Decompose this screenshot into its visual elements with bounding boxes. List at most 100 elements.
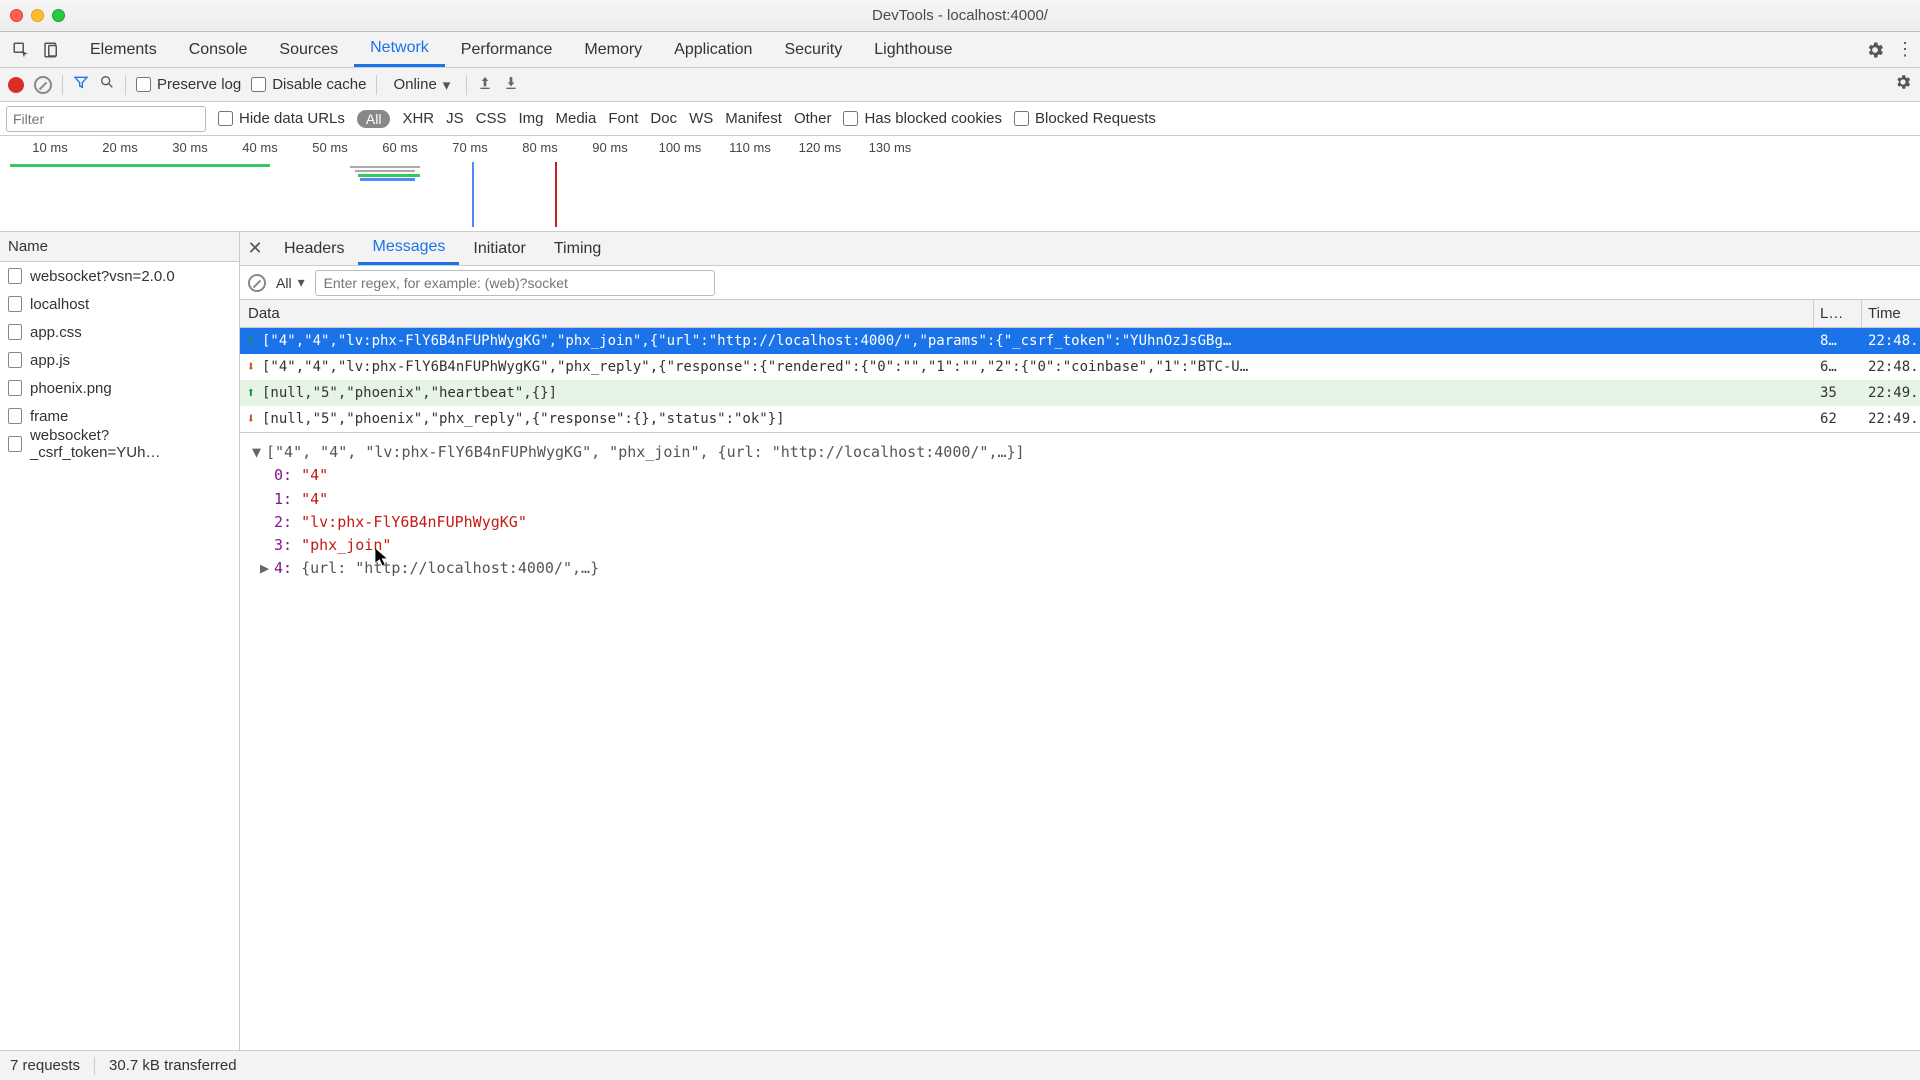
request-row[interactable]: phoenix.png: [0, 374, 239, 402]
preserve-log-input[interactable]: [136, 77, 151, 92]
col-time[interactable]: Time: [1862, 300, 1920, 327]
message-detail-tree[interactable]: ▼["4", "4", "lv:phx-FlY6B4nFUPhWygKG", "…: [240, 432, 1920, 589]
request-list[interactable]: websocket?vsn=2.0.0localhostapp.cssapp.j…: [0, 262, 239, 1050]
tab-application[interactable]: Application: [658, 32, 768, 67]
hide-data-urls-label: Hide data URLs: [239, 110, 345, 127]
detail-tabs: ✕ Headers Messages Initiator Timing: [240, 232, 1920, 266]
kebab-menu-icon[interactable]: ⋮: [1890, 32, 1920, 67]
message-row[interactable]: ⬇["4","4","lv:phx-FlY6B4nFUPhWygKG","phx…: [240, 354, 1920, 380]
filter-type-other[interactable]: Other: [794, 110, 832, 127]
close-detail-icon[interactable]: ✕: [240, 232, 270, 265]
blocked-requests-checkbox[interactable]: Blocked Requests: [1014, 110, 1156, 127]
detail-tab-messages[interactable]: Messages: [358, 232, 459, 265]
clear-button[interactable]: [34, 76, 52, 94]
filter-type-img[interactable]: Img: [518, 110, 543, 127]
hide-data-urls-input[interactable]: [218, 111, 233, 126]
col-data[interactable]: Data: [240, 300, 1814, 327]
download-har-icon[interactable]: [503, 75, 519, 95]
has-blocked-cookies-input[interactable]: [843, 111, 858, 126]
has-blocked-cookies-checkbox[interactable]: Has blocked cookies: [843, 110, 1002, 127]
filter-type-xhr[interactable]: XHR: [402, 110, 434, 127]
request-row[interactable]: app.css: [0, 318, 239, 346]
file-icon: [8, 408, 22, 424]
preserve-log-label: Preserve log: [157, 76, 241, 93]
detail-tab-initiator[interactable]: Initiator: [459, 232, 539, 265]
tab-sources[interactable]: Sources: [263, 32, 354, 67]
search-icon[interactable]: [99, 74, 115, 95]
filter-type-doc[interactable]: Doc: [650, 110, 677, 127]
disable-cache-label: Disable cache: [272, 76, 366, 93]
device-toolbar-icon[interactable]: [36, 32, 66, 67]
network-settings-icon[interactable]: [1894, 73, 1912, 96]
messages-filter-all[interactable]: All ▾: [276, 274, 305, 291]
message-row[interactable]: ⬆["4","4","lv:phx-FlY6B4nFUPhWygKG","phx…: [240, 328, 1920, 354]
close-window-button[interactable]: [10, 9, 23, 22]
triangle-down-icon[interactable]: ▼: [252, 441, 266, 464]
minimize-window-button[interactable]: [31, 9, 44, 22]
network-toolbar: Preserve log Disable cache Online ▾: [0, 68, 1920, 102]
tab-lighthouse[interactable]: Lighthouse: [858, 32, 968, 67]
request-row[interactable]: websocket?vsn=2.0.0: [0, 262, 239, 290]
messages-table-body[interactable]: ⬆["4","4","lv:phx-FlY6B4nFUPhWygKG","phx…: [240, 328, 1920, 432]
timeline-overview[interactable]: 10 ms20 ms30 ms40 ms50 ms60 ms70 ms80 ms…: [0, 136, 1920, 232]
detail-tab-timing[interactable]: Timing: [540, 232, 615, 265]
filter-icon[interactable]: [73, 74, 89, 95]
message-time: 22:49.: [1862, 411, 1920, 427]
timeline-tick: 130 ms: [869, 140, 912, 155]
filter-type-media[interactable]: Media: [556, 110, 597, 127]
filter-type-css[interactable]: CSS: [476, 110, 507, 127]
zoom-window-button[interactable]: [52, 9, 65, 22]
tree-root: ["4", "4", "lv:phx-FlY6B4nFUPhWygKG", "p…: [266, 443, 1025, 461]
file-icon: [8, 380, 22, 396]
throttle-select[interactable]: Online ▾: [387, 76, 456, 94]
messages-filter-all-label: All: [276, 275, 292, 291]
message-row[interactable]: ⬇[null,"5","phoenix","phx_reply",{"respo…: [240, 406, 1920, 432]
timeline-tick: 110 ms: [729, 140, 771, 155]
upload-har-icon[interactable]: [477, 75, 493, 95]
filter-input[interactable]: [6, 106, 206, 132]
tab-security[interactable]: Security: [768, 32, 858, 67]
col-length[interactable]: L…: [1814, 300, 1862, 327]
window-titlebar: DevTools - localhost:4000/: [0, 0, 1920, 32]
triangle-right-icon[interactable]: ▶: [260, 557, 274, 580]
request-row[interactable]: websocket?_csrf_token=YUh…: [0, 430, 239, 458]
tab-performance[interactable]: Performance: [445, 32, 569, 67]
filter-type-ws[interactable]: WS: [689, 110, 713, 127]
inspect-element-icon[interactable]: [6, 32, 36, 67]
filter-type-font[interactable]: Font: [608, 110, 638, 127]
disable-cache-input[interactable]: [251, 77, 266, 92]
status-bar: 7 requests 30.7 kB transferred: [0, 1050, 1920, 1080]
tab-memory[interactable]: Memory: [568, 32, 658, 67]
tree-val: "phx_join": [301, 536, 391, 554]
blocked-requests-input[interactable]: [1014, 111, 1029, 126]
message-row[interactable]: ⬆[null,"5","phoenix","heartbeat",{}]3522…: [240, 380, 1920, 406]
hide-data-urls-checkbox[interactable]: Hide data URLs: [218, 110, 345, 127]
preserve-log-checkbox[interactable]: Preserve log: [136, 76, 241, 93]
tree-key: 4:: [274, 559, 292, 577]
detail-tab-headers[interactable]: Headers: [270, 232, 358, 265]
request-row[interactable]: app.js: [0, 346, 239, 374]
name-column-header[interactable]: Name: [0, 232, 239, 262]
tree-val: "4": [301, 490, 328, 508]
messages-table-header: Data L… Time: [240, 300, 1920, 328]
request-row[interactable]: localhost: [0, 290, 239, 318]
tree-val: "lv:phx-FlY6B4nFUPhWygKG": [301, 513, 527, 531]
file-icon: [8, 296, 22, 312]
tab-console[interactable]: Console: [173, 32, 264, 67]
filter-type-js[interactable]: JS: [446, 110, 464, 127]
filter-type-manifest[interactable]: Manifest: [725, 110, 782, 127]
record-button[interactable]: [8, 77, 24, 93]
settings-icon[interactable]: [1860, 32, 1890, 67]
disable-cache-checkbox[interactable]: Disable cache: [251, 76, 366, 93]
messages-regex-input[interactable]: [315, 270, 715, 296]
tree-val: "4": [301, 466, 328, 484]
clear-messages-icon[interactable]: [248, 274, 266, 292]
request-row[interactable]: frame: [0, 402, 239, 430]
tab-network[interactable]: Network: [354, 32, 445, 67]
filter-type-all[interactable]: All: [357, 110, 391, 128]
timeline-tick: 20 ms: [102, 140, 137, 155]
tab-elements[interactable]: Elements: [74, 32, 173, 67]
request-name: phoenix.png: [30, 380, 112, 397]
timeline-tick: 120 ms: [799, 140, 842, 155]
message-length: 35: [1814, 385, 1862, 401]
